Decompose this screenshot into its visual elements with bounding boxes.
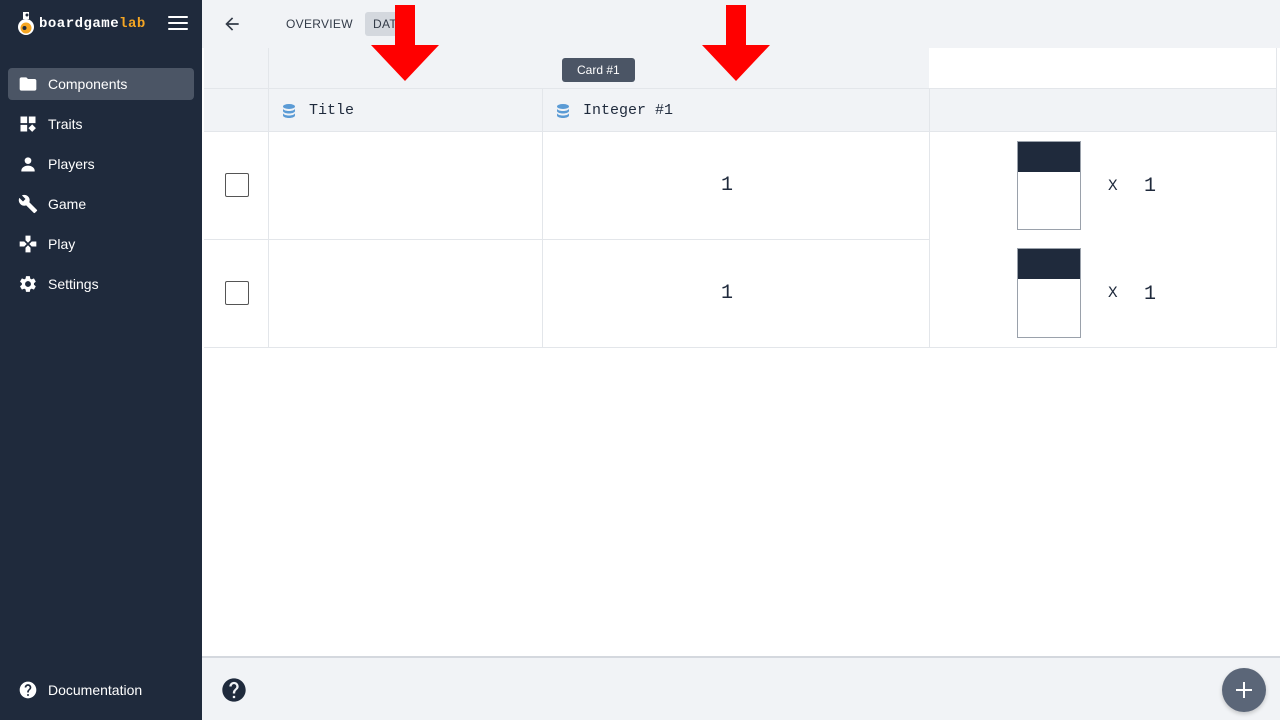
integer-value: 1 [721,282,734,305]
sidebar-item-label: Game [48,196,87,212]
help-icon[interactable] [220,676,248,704]
documentation-label: Documentation [48,682,143,698]
sidebar-item-players[interactable]: Players [8,148,194,180]
column-integer-label: Integer #1 [583,102,674,119]
gamepad-icon [19,235,37,253]
wrench-icon [18,194,38,214]
sidebar-item-settings[interactable]: Settings [8,268,194,300]
component-data-table: Card #1 Title Integer #1 1 1 X 1 X 1 [204,48,1280,348]
preview-header-blank [929,48,1277,89]
dashboard-icon [20,116,36,132]
title-cell[interactable] [269,132,543,240]
sidebar-item-label: Settings [48,276,99,292]
brand-name: boardgamelab [39,16,146,32]
column-title-label: Title [309,102,355,119]
sidebar-item-components[interactable]: Components [8,68,194,100]
row-select-cell [204,132,269,240]
plus-icon [1236,682,1252,698]
database-icon [557,103,569,118]
annotation-arrow-down-icon [702,5,770,81]
quantity-multiplier: X [1108,177,1118,195]
database-icon [283,103,295,118]
card-preview[interactable] [1017,248,1081,338]
column-header-row: Title Integer #1 [204,89,1277,132]
group-badge: Card #1 [562,58,635,82]
help-circle-icon [19,681,37,699]
group-header-row: Card #1 [204,48,929,89]
sidebar-item-label: Traits [48,116,83,132]
person-icon [21,157,35,172]
sidebar-item-game[interactable]: Game [8,188,194,220]
select-column-header [204,89,269,132]
column-header-title[interactable]: Title [269,89,543,132]
gear-icon [20,276,36,292]
title-cell[interactable] [269,240,543,348]
documentation-link[interactable]: Documentation [18,680,142,700]
folder-icon [19,77,37,91]
sidebar-item-traits[interactable]: Traits [8,108,194,140]
annotation-arrow-down-icon [371,5,439,81]
table-row: 1 [204,132,930,240]
bottom-bar [202,656,1280,720]
integer-value: 1 [721,174,734,197]
sidebar-item-label: Play [48,236,76,252]
tab-overview[interactable]: OVERVIEW [278,12,361,36]
sidebar-item-label: Components [48,76,128,92]
sidebar-nav: Components Traits Players Game Play Sett… [8,68,194,308]
table-row: 1 [204,240,930,348]
preview-column: X 1 X 1 [930,132,1277,348]
add-button[interactable] [1222,668,1266,712]
quantity-value[interactable]: 1 [1144,175,1156,198]
integer-cell[interactable]: 1 [543,240,930,348]
brand[interactable]: boardgamelab [16,10,146,38]
integer-cell[interactable]: 1 [543,132,930,240]
row-checkbox[interactable] [225,173,249,197]
column-header-preview [930,89,1277,132]
menu-toggle-icon[interactable] [168,16,188,32]
quantity-value[interactable]: 1 [1144,283,1156,306]
quantity-multiplier: X [1108,284,1118,302]
row-checkbox[interactable] [225,281,249,305]
flask-logo-icon [18,12,34,35]
group-header-spacer [204,48,269,89]
arrow-back-icon[interactable] [222,14,242,34]
card-preview[interactable] [1017,141,1081,230]
sidebar-item-play[interactable]: Play [8,228,194,260]
row-select-cell [204,240,269,348]
sidebar-item-label: Players [48,156,95,172]
column-header-integer[interactable]: Integer #1 [543,89,930,132]
sidebar: boardgamelab Components Traits Players G… [0,0,202,720]
